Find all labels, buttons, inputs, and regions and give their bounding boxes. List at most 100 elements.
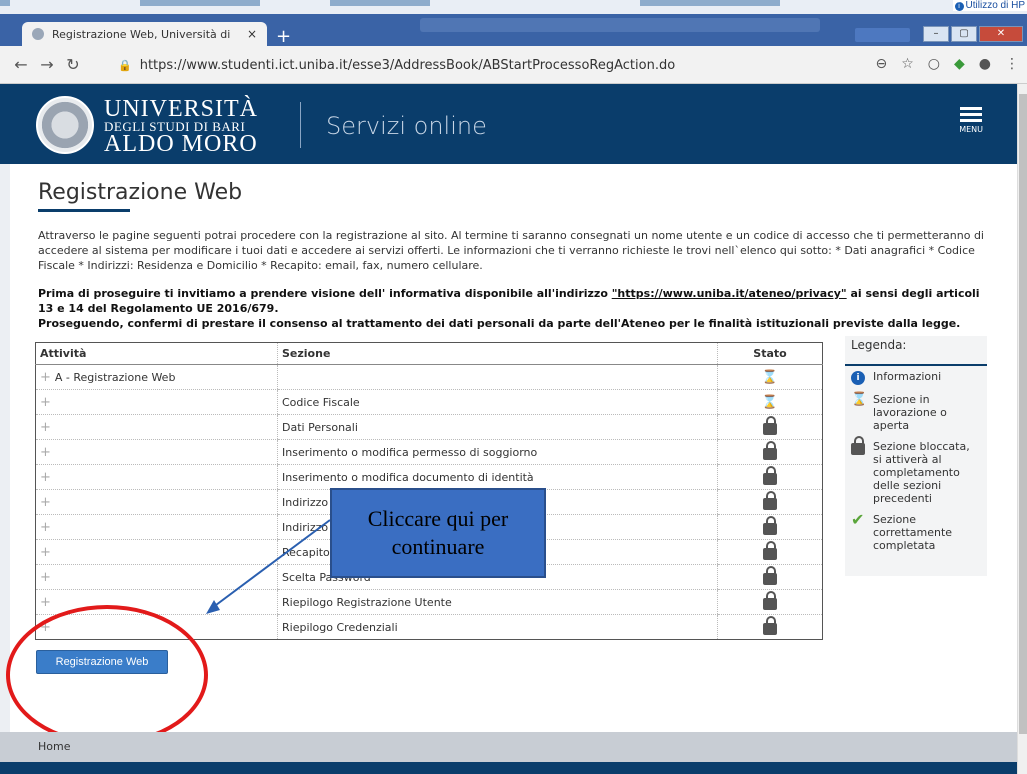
- minimize-button[interactable]: –: [923, 26, 949, 42]
- extension-icon[interactable]: ○: [928, 56, 940, 72]
- forward-arrow-icon[interactable]: →: [34, 55, 60, 74]
- page-title: Registrazione Web: [38, 180, 243, 205]
- footer-bar: Home: [0, 732, 1017, 762]
- cell-sezione: Inserimento o modifica permesso di soggi…: [277, 439, 718, 465]
- header-divider: [300, 102, 301, 148]
- university-seal-icon[interactable]: [36, 96, 94, 154]
- cell-attivita: +: [35, 489, 278, 515]
- url-field[interactable]: 🔒 https://www.studenti.ict.uniba.it/esse…: [118, 52, 898, 78]
- cell-stato: [717, 539, 823, 565]
- instruction-callout: Cliccare qui per continuare: [330, 488, 546, 578]
- table-row[interactable]: + Inserimento o modifica documento di ide…: [35, 464, 823, 490]
- cell-stato: [717, 514, 823, 540]
- blurred-region: [420, 18, 820, 32]
- expand-plus-icon[interactable]: +: [40, 420, 51, 435]
- column-header-attivita: Attività: [35, 342, 278, 365]
- expand-plus-icon[interactable]: +: [40, 395, 51, 410]
- lock-icon: [763, 540, 777, 560]
- consent-text: Proseguendo, confermi di prestare il con…: [38, 317, 961, 330]
- site-header: UNIVERSITÀ DEGLI STUDI DI BARI ALDO MORO…: [0, 84, 1017, 164]
- hamburger-bar: [960, 113, 983, 116]
- cell-stato: [717, 589, 823, 615]
- table-row[interactable]: + Riepilogo Registrazione Utente: [35, 589, 823, 615]
- browser-tab[interactable]: Registrazione Web, Università di ×: [22, 22, 267, 46]
- cell-attivita: +: [35, 414, 278, 440]
- table-row[interactable]: + Inserimento o modifica permesso di sogg…: [35, 439, 823, 465]
- cell-sezione: Dati Personali: [277, 414, 718, 440]
- profile-icon[interactable]: ●: [979, 56, 991, 72]
- cell-sezione: Riepilogo Registrazione Utente: [277, 589, 718, 615]
- lock-icon: [763, 565, 777, 585]
- cell-attivita: +: [35, 564, 278, 590]
- secure-lock-icon: 🔒: [118, 58, 132, 72]
- cell-sezione: [277, 364, 718, 390]
- cell-attivita: +: [35, 439, 278, 465]
- expand-plus-icon[interactable]: +: [40, 520, 51, 535]
- hourglass-icon: ⌛: [851, 392, 868, 407]
- cell-stato: [717, 564, 823, 590]
- cell-attivita: +: [35, 464, 278, 490]
- browser-actions: ⊖ ☆ ○ ◆ ● ⋮: [875, 56, 1019, 72]
- cell-sezione: Codice Fiscale: [277, 389, 718, 415]
- column-header-stato: Stato: [717, 342, 823, 365]
- legend-item: i Informazioni: [845, 366, 987, 389]
- legend-title: Legenda:: [845, 336, 987, 366]
- tab-close-icon[interactable]: ×: [247, 27, 257, 41]
- scrollbar-thumb[interactable]: [1019, 94, 1027, 734]
- hp-usage-label: Utilizzo di HP: [965, 0, 1025, 11]
- lock-icon: [763, 465, 777, 485]
- legend-item: ✔ Sezione correttamente completata: [845, 509, 987, 556]
- expand-plus-icon[interactable]: +: [40, 595, 51, 610]
- cell-attivita: + A - Registrazione Web: [35, 364, 278, 390]
- hp-usage-link[interactable]: i Utilizzo di HP: [952, 0, 1027, 11]
- red-highlight-circle: [6, 605, 208, 745]
- title-underline: [38, 209, 130, 212]
- expand-plus-icon[interactable]: +: [40, 570, 51, 585]
- cell-stato: [717, 414, 823, 440]
- legend-text: Sezione correttamente completata: [873, 513, 953, 552]
- url-text: https://www.studenti.ict.uniba.it/esse3/…: [139, 57, 676, 73]
- cell-stato: [717, 614, 823, 640]
- callout-line-1: Cliccare qui per: [367, 506, 509, 531]
- table-row[interactable]: + A - Registrazione Web ⌛: [35, 364, 823, 390]
- cell-stato: ⌛: [717, 364, 823, 390]
- cell-sezione: Inserimento o modifica documento di iden…: [277, 464, 718, 490]
- cell-stato: [717, 489, 823, 515]
- services-title: Servizi online: [326, 112, 487, 140]
- menu-button[interactable]: MENU: [959, 104, 983, 134]
- close-window-button[interactable]: ✕: [979, 26, 1023, 42]
- page-scrollbar[interactable]: [1017, 84, 1027, 774]
- zoom-icon[interactable]: ⊖: [875, 56, 887, 72]
- reload-icon[interactable]: ↻: [60, 55, 86, 74]
- university-logo-text[interactable]: UNIVERSITÀ DEGLI STUDI DI BARI ALDO MORO: [104, 97, 258, 156]
- table-row[interactable]: + Dati Personali: [35, 414, 823, 440]
- bookmark-star-icon[interactable]: ☆: [901, 56, 914, 72]
- privacy-link[interactable]: "https://www.uniba.it/ateneo/privacy": [612, 287, 847, 300]
- check-icon: ✔: [851, 510, 865, 529]
- cell-stato: ⌛: [717, 389, 823, 415]
- address-bar: ← → ↻ 🔒 https://www.studenti.ict.uniba.i…: [0, 46, 1027, 84]
- back-arrow-icon[interactable]: ←: [8, 55, 34, 74]
- extension-shield-icon[interactable]: ◆: [954, 56, 965, 72]
- expand-plus-icon[interactable]: +: [40, 545, 51, 560]
- expand-plus-icon[interactable]: +: [40, 445, 51, 460]
- attivita-text: A - Registrazione Web: [54, 370, 176, 384]
- browser-menu-icon[interactable]: ⋮: [1005, 56, 1019, 72]
- expand-plus-icon[interactable]: +: [40, 370, 51, 385]
- maximize-button[interactable]: ▢: [951, 26, 977, 42]
- hamburger-bar: [960, 119, 983, 122]
- tab-title: Registrazione Web, Università di: [52, 27, 231, 41]
- legend-text: Sezione bloccata, si attiverà al complet…: [873, 440, 970, 505]
- new-tab-button[interactable]: +: [276, 26, 291, 47]
- favicon-icon: [32, 28, 44, 40]
- expand-plus-icon[interactable]: +: [40, 495, 51, 510]
- cell-attivita: +: [35, 539, 278, 565]
- lock-icon: [763, 415, 777, 435]
- home-link[interactable]: Home: [38, 740, 70, 753]
- table-row[interactable]: + Codice Fiscale ⌛: [35, 389, 823, 415]
- cell-sezione: Riepilogo Credenziali: [277, 614, 718, 640]
- blurred-region: [855, 28, 910, 42]
- blur-bar: [330, 0, 430, 6]
- expand-plus-icon[interactable]: +: [40, 470, 51, 485]
- lock-icon: [763, 440, 777, 460]
